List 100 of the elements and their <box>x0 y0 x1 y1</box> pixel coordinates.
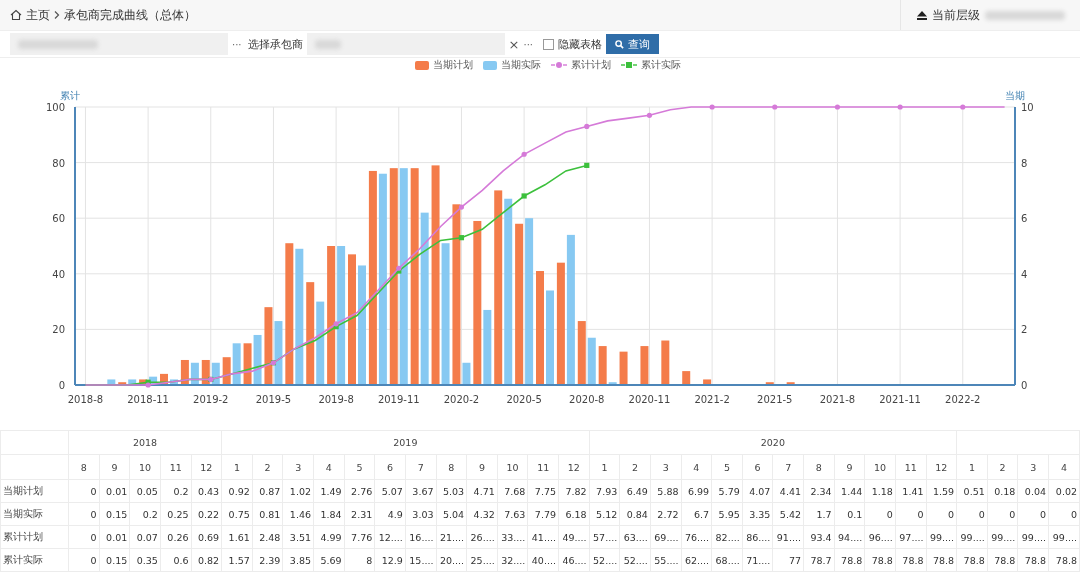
redacted-value[interactable] <box>985 10 1065 20</box>
table-cell: 0 <box>68 479 100 503</box>
table-cell: 78.8 <box>1048 548 1080 572</box>
table-cell: 1.41 <box>895 479 926 503</box>
legend-label[interactable]: 累计实际 <box>641 58 681 72</box>
bar <box>587 337 596 385</box>
month-header: 12 <box>191 454 222 480</box>
legend-label[interactable]: 当期计划 <box>433 58 473 72</box>
table-cell: 62.... <box>681 548 712 572</box>
axis-label: 2021-2 <box>694 394 730 405</box>
axis-label: 10 <box>1021 102 1034 113</box>
table-cell: 0.22 <box>191 502 222 526</box>
month-header: 7 <box>405 454 436 480</box>
eject-icon <box>917 10 927 20</box>
row-header: 当期实际 <box>0 502 69 526</box>
table-cell: 5.69 <box>313 548 345 572</box>
bar <box>107 379 116 385</box>
table-cell: 4.99 <box>313 525 345 549</box>
table-cell: 0.51 <box>956 479 988 503</box>
axis-label: 2019-2 <box>193 394 229 405</box>
axis-label: 6 <box>1021 213 1028 225</box>
bar <box>190 362 199 385</box>
table-cell: 0 <box>68 548 100 572</box>
more-button[interactable]: ··· <box>523 38 533 50</box>
table-cell: 5.42 <box>772 502 804 526</box>
table-cell: 78.8 <box>987 548 1018 572</box>
table-cell: 63.... <box>619 525 651 549</box>
table-cell: 20.... <box>436 548 467 572</box>
axis-label: 2021-11 <box>879 394 921 405</box>
table-cell: 76.... <box>681 525 712 549</box>
chevron-icon <box>54 11 60 19</box>
bar <box>180 360 189 385</box>
month-header: 12 <box>926 454 957 480</box>
table-cell: 12.... <box>374 525 406 549</box>
table-cell: 78.7 <box>803 548 835 572</box>
table-cell: 78.8 <box>956 548 988 572</box>
table-cell: 7.63 <box>497 502 528 526</box>
table-cell: 0.35 <box>129 548 161 572</box>
bar <box>765 382 774 385</box>
table-cell: 0 <box>926 502 957 526</box>
axis-label: 2020-2 <box>443 394 480 405</box>
legend-label[interactable]: 当期实际 <box>501 58 541 72</box>
bar <box>160 373 168 385</box>
table-cell: 77 <box>772 548 804 572</box>
table-cell: 40.... <box>527 548 559 572</box>
table-cell: 78.8 <box>1017 548 1049 572</box>
table-cell: 5.12 <box>589 502 620 526</box>
table-cell: 7.76 <box>344 525 375 549</box>
checkbox[interactable] <box>543 38 554 50</box>
axis-label: 2022-2 <box>945 394 981 405</box>
table-cell: 52.... <box>589 548 620 572</box>
table-cell: 99.... <box>1048 525 1080 549</box>
bar <box>786 382 795 385</box>
table-cell: 0 <box>956 502 988 526</box>
row-header: 累计计划 <box>0 525 69 549</box>
table-cell: 71.... <box>742 548 773 572</box>
month-header: 12 <box>558 454 590 480</box>
month-header: 11 <box>527 454 559 480</box>
table-cell: 21.... <box>436 525 467 549</box>
query-button[interactable]: 查询 <box>606 34 659 54</box>
bar <box>619 351 628 385</box>
table-cell: 4.32 <box>466 502 498 526</box>
point <box>521 193 527 199</box>
table-cell: 1.59 <box>926 479 957 503</box>
table-cell: 5.88 <box>650 479 681 503</box>
month-header: 9 <box>466 454 498 480</box>
month-header: 4 <box>313 454 345 480</box>
more-button[interactable]: ··· <box>232 38 242 50</box>
project-field[interactable] <box>10 33 228 55</box>
point <box>584 162 590 168</box>
table-cell: 15.... <box>405 548 436 572</box>
breadcrumb-home[interactable]: 主页 <box>26 6 50 24</box>
table-cell: 0 <box>1048 502 1080 526</box>
table-cell: 33.... <box>497 525 528 549</box>
table-cell: 0.92 <box>221 479 253 503</box>
table-cell: 78.8 <box>926 548 957 572</box>
month-header: 11 <box>160 454 191 480</box>
month-header: 5 <box>711 454 743 480</box>
axis-label: 2019-11 <box>377 394 420 405</box>
table-cell: 6.7 <box>681 502 712 526</box>
hide-table-label: 隐藏表格 <box>558 36 602 52</box>
month-header: 5 <box>344 454 375 480</box>
table-cell: 12.9 <box>374 548 406 572</box>
table-cell: 99.... <box>956 525 988 549</box>
table-cell: 78.8 <box>895 548 926 572</box>
table-cell: 0.02 <box>1048 479 1080 503</box>
table-cell: 0 <box>68 525 100 549</box>
clear-button[interactable]: × <box>508 36 520 52</box>
contractor-field[interactable] <box>306 33 505 55</box>
axis-label: 80 <box>52 157 65 169</box>
table-cell: 99.... <box>987 525 1018 549</box>
table-cell: 0.84 <box>619 502 651 526</box>
point <box>458 235 465 241</box>
bar <box>682 371 691 385</box>
axis-label: 2021-8 <box>819 394 856 405</box>
month-header: 8 <box>436 454 467 480</box>
table-cell: 8 <box>344 548 375 572</box>
table-cell: 16.... <box>405 525 436 549</box>
bar <box>170 379 178 385</box>
legend-label[interactable]: 累计计划 <box>571 58 611 72</box>
